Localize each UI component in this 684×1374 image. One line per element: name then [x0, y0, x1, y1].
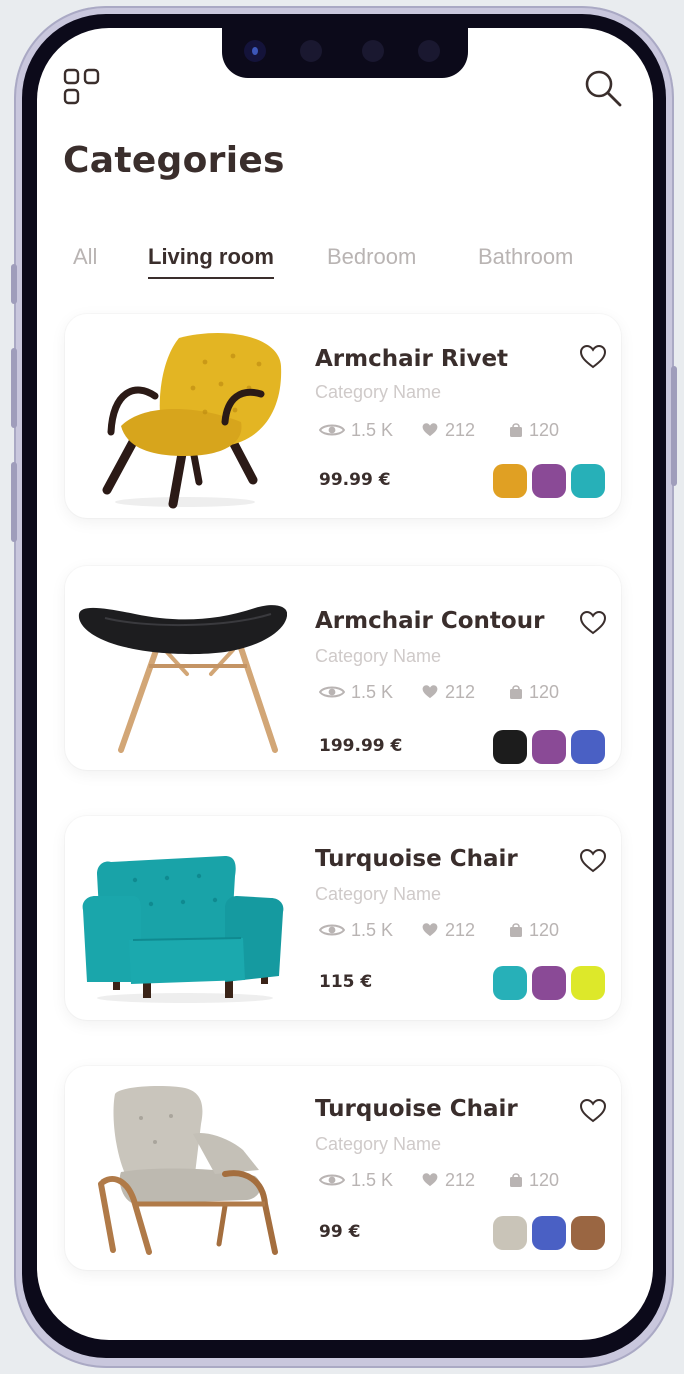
top-bar [37, 28, 653, 148]
color-swatch[interactable] [532, 730, 566, 764]
search-icon[interactable] [583, 68, 623, 108]
likes-count: 212 [445, 419, 476, 440]
likes-stat: 212 [421, 918, 475, 942]
product-stats: 1.5 K 212 120 [319, 918, 609, 942]
color-swatch[interactable] [571, 730, 605, 764]
side-button [11, 348, 17, 428]
sales-stat: 120 [509, 1168, 559, 1192]
eye-icon [319, 686, 345, 698]
heart-filled-icon [422, 685, 438, 699]
bag-icon [510, 423, 522, 437]
color-swatches [493, 966, 607, 1000]
likes-count: 212 [445, 919, 476, 940]
side-button [11, 264, 17, 304]
views-count: 1.5 K [351, 919, 394, 940]
heart-icon[interactable] [579, 344, 607, 370]
tab-bedroom[interactable]: Bedroom [327, 244, 416, 270]
color-swatch[interactable] [493, 966, 527, 1000]
heart-icon[interactable] [579, 848, 607, 874]
color-swatch[interactable] [493, 464, 527, 498]
category-tabs: All Living room Bedroom Bathroom [73, 244, 633, 292]
eye-icon [319, 924, 345, 936]
product-stats: 1.5 K 212 120 [319, 418, 609, 442]
product-card[interactable]: Armchair Rivet Category Name 1.5 K 212 1… [65, 314, 621, 518]
product-title: Turquoise Chair [315, 846, 518, 872]
tab-living-room[interactable]: Living room [148, 244, 274, 279]
product-info: Armchair Contour Category Name 1.5 K 212… [315, 566, 611, 770]
product-image [75, 824, 287, 1014]
product-info: Armchair Rivet Category Name 1.5 K 212 1… [315, 314, 611, 518]
eye-icon [319, 1174, 345, 1186]
sales-stat: 120 [509, 418, 559, 442]
product-category: Category Name [315, 1134, 442, 1154]
heart-icon[interactable] [579, 1098, 607, 1124]
likes-count: 212 [445, 1169, 476, 1190]
views-stat: 1.5 K [319, 918, 393, 942]
product-card[interactable]: Armchair Contour Category Name 1.5 K 212… [65, 566, 621, 770]
eye-icon [319, 424, 345, 436]
app-screen: Categories All Living room Bedroom Bathr… [37, 28, 653, 1340]
sales-count: 120 [529, 1169, 560, 1190]
product-price: 99.99 € [319, 470, 391, 490]
views-stat: 1.5 K [319, 418, 393, 442]
product-category: Category Name [315, 646, 442, 666]
heart-filled-icon [422, 923, 438, 937]
side-button [671, 366, 677, 486]
sales-count: 120 [529, 919, 560, 940]
heart-filled-icon [422, 1173, 438, 1187]
product-price: 115 € [319, 972, 373, 992]
bag-icon [510, 685, 522, 699]
product-image [75, 1074, 287, 1264]
product-image [75, 574, 288, 764]
product-image [75, 322, 287, 512]
page-title: Categories [63, 140, 285, 181]
product-category: Category Name [315, 884, 442, 904]
sales-stat: 120 [509, 918, 559, 942]
sales-count: 120 [529, 681, 560, 702]
views-count: 1.5 K [351, 1169, 394, 1190]
color-swatch[interactable] [532, 464, 566, 498]
side-button [11, 462, 17, 542]
product-title: Armchair Rivet [315, 346, 509, 372]
tab-bathroom[interactable]: Bathroom [478, 244, 573, 270]
product-info: Turquoise Chair Category Name 1.5 K 212 … [315, 1066, 611, 1270]
likes-count: 212 [445, 681, 476, 702]
product-category: Category Name [315, 382, 442, 402]
views-stat: 1.5 K [319, 680, 393, 704]
product-stats: 1.5 K 212 120 [319, 1168, 609, 1192]
likes-stat: 212 [421, 1168, 475, 1192]
product-title: Armchair Contour [315, 608, 545, 634]
sales-count: 120 [529, 419, 560, 440]
product-stats: 1.5 K 212 120 [319, 680, 609, 704]
product-price: 99 € [319, 1222, 361, 1242]
tab-all[interactable]: All [73, 244, 97, 270]
heart-icon[interactable] [579, 610, 607, 636]
bag-icon [510, 1173, 522, 1187]
views-count: 1.5 K [351, 681, 394, 702]
product-card[interactable]: Turquoise Chair Category Name 1.5 K 212 … [65, 816, 621, 1020]
grid-menu-icon[interactable] [63, 68, 101, 106]
views-count: 1.5 K [351, 419, 394, 440]
color-swatches [493, 730, 607, 764]
views-stat: 1.5 K [319, 1168, 393, 1192]
likes-stat: 212 [421, 680, 475, 704]
product-price: 199.99 € [319, 736, 403, 756]
bag-icon [510, 923, 522, 937]
color-swatch[interactable] [493, 1216, 527, 1250]
color-swatch[interactable] [571, 966, 605, 1000]
product-card[interactable]: Turquoise Chair Category Name 1.5 K 212 … [65, 1066, 621, 1270]
color-swatch[interactable] [493, 730, 527, 764]
color-swatch[interactable] [571, 1216, 605, 1250]
sales-stat: 120 [509, 680, 559, 704]
color-swatch[interactable] [532, 966, 566, 1000]
color-swatches [493, 464, 607, 498]
color-swatch[interactable] [532, 1216, 566, 1250]
heart-filled-icon [422, 423, 438, 437]
color-swatch[interactable] [571, 464, 605, 498]
likes-stat: 212 [421, 418, 475, 442]
color-swatches [493, 1216, 607, 1250]
product-title: Turquoise Chair [315, 1096, 518, 1122]
product-info: Turquoise Chair Category Name 1.5 K 212 … [315, 816, 611, 1020]
